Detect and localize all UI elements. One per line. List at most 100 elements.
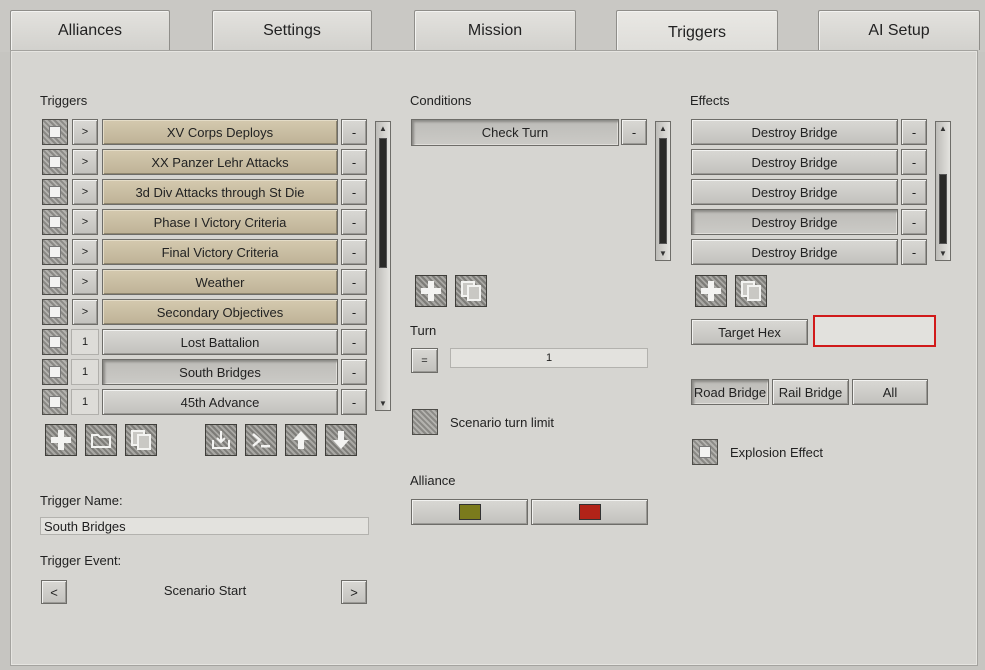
trigger-enabled-checkbox[interactable]: [42, 329, 68, 355]
trigger-item[interactable]: Lost Battalion: [102, 329, 338, 355]
trigger-remove-button[interactable]: -: [341, 149, 367, 175]
effect-item[interactable]: Destroy Bridge: [691, 209, 898, 235]
import-button[interactable]: [205, 424, 237, 456]
alliance-button-2[interactable]: [531, 499, 648, 525]
add-trigger-button[interactable]: [45, 424, 77, 456]
tab-settings[interactable]: Settings: [212, 10, 372, 50]
explosion-effect-checkbox[interactable]: [692, 439, 718, 465]
checkbox-box: [49, 276, 61, 288]
trigger-expand-button[interactable]: >: [72, 239, 98, 265]
effects-scrollbar[interactable]: ▲ ▼: [935, 121, 951, 261]
trigger-enabled-checkbox[interactable]: [42, 239, 68, 265]
trigger-enabled-checkbox[interactable]: [42, 149, 68, 175]
tab-mission[interactable]: Mission: [414, 10, 576, 50]
trigger-enabled-checkbox[interactable]: [42, 179, 68, 205]
trigger-remove-button[interactable]: -: [341, 209, 367, 235]
tab-ai-setup[interactable]: AI Setup: [818, 10, 980, 50]
trigger-enabled-checkbox[interactable]: [42, 299, 68, 325]
trigger-remove-button[interactable]: -: [341, 299, 367, 325]
trigger-expand-button[interactable]: >: [72, 269, 98, 295]
scenario-turn-limit-checkbox[interactable]: [412, 409, 438, 435]
trigger-item[interactable]: XX Panzer Lehr Attacks: [102, 149, 338, 175]
scroll-down-icon[interactable]: ▼: [378, 399, 388, 408]
trigger-expand-button[interactable]: >: [72, 299, 98, 325]
folder-button[interactable]: [85, 424, 117, 456]
scrollbar-track[interactable]: [659, 138, 667, 244]
all-bridges-button[interactable]: All: [852, 379, 928, 405]
trigger-item[interactable]: Secondary Objectives: [102, 299, 338, 325]
trigger-remove-button[interactable]: -: [341, 179, 367, 205]
scrollbar-thumb[interactable]: [939, 174, 947, 244]
checkbox-box: [49, 186, 61, 198]
trigger-remove-button[interactable]: -: [341, 329, 367, 355]
trigger-item[interactable]: 45th Advance: [102, 389, 338, 415]
effect-item[interactable]: Destroy Bridge: [691, 179, 898, 205]
scroll-up-icon[interactable]: ▲: [938, 124, 948, 133]
trigger-list-scrollbar[interactable]: ▲ ▼: [375, 121, 391, 411]
trigger-enabled-checkbox[interactable]: [42, 269, 68, 295]
target-hex-value-field[interactable]: [813, 315, 936, 347]
effect-remove-button[interactable]: -: [901, 239, 927, 265]
condition-remove-button[interactable]: -: [621, 119, 647, 145]
trigger-item[interactable]: XV Corps Deploys: [102, 119, 338, 145]
checkbox-box: [699, 446, 711, 458]
effect-remove-button[interactable]: -: [901, 119, 927, 145]
scroll-up-icon[interactable]: ▲: [378, 124, 388, 133]
copy-effect-button[interactable]: [735, 275, 767, 307]
trigger-enabled-checkbox[interactable]: [42, 389, 68, 415]
trigger-remove-button[interactable]: -: [341, 359, 367, 385]
copy-trigger-button[interactable]: [125, 424, 157, 456]
trigger-remove-button[interactable]: -: [341, 119, 367, 145]
turn-value-input[interactable]: 1: [450, 348, 648, 368]
arrow-up-icon: [293, 431, 309, 449]
trigger-expand-button[interactable]: >: [72, 209, 98, 235]
trigger-event-next-button[interactable]: >: [341, 580, 367, 604]
copy-icon: [461, 281, 481, 301]
rail-bridge-button[interactable]: Rail Bridge: [772, 379, 849, 405]
trigger-item[interactable]: 3d Div Attacks through St Die: [102, 179, 338, 205]
scroll-up-icon[interactable]: ▲: [658, 124, 668, 133]
trigger-item[interactable]: Weather: [102, 269, 338, 295]
effect-item[interactable]: Destroy Bridge: [691, 149, 898, 175]
copy-condition-button[interactable]: [455, 275, 487, 307]
console-button[interactable]: [245, 424, 277, 456]
tab-bar: Alliances Settings Mission Triggers AI S…: [0, 0, 985, 54]
trigger-expand-button[interactable]: >: [72, 119, 98, 145]
alliance-button-1[interactable]: [411, 499, 528, 525]
move-up-button[interactable]: [285, 424, 317, 456]
condition-item[interactable]: Check Turn: [411, 119, 619, 146]
move-down-button[interactable]: [325, 424, 357, 456]
effect-remove-button[interactable]: -: [901, 209, 927, 235]
effect-item[interactable]: Destroy Bridge: [691, 239, 898, 265]
add-effect-button[interactable]: [695, 275, 727, 307]
road-bridge-button[interactable]: Road Bridge: [691, 379, 769, 405]
effect-item[interactable]: Destroy Bridge: [691, 119, 898, 145]
target-hex-button[interactable]: Target Hex: [691, 319, 808, 345]
effect-remove-button[interactable]: -: [901, 179, 927, 205]
trigger-expand-button[interactable]: >: [72, 179, 98, 205]
trigger-enabled-checkbox[interactable]: [42, 119, 68, 145]
scroll-down-icon[interactable]: ▼: [658, 249, 668, 258]
trigger-item[interactable]: South Bridges: [102, 359, 338, 385]
effect-remove-button[interactable]: -: [901, 149, 927, 175]
trigger-remove-button[interactable]: -: [341, 389, 367, 415]
trigger-enabled-checkbox[interactable]: [42, 359, 68, 385]
trigger-enabled-checkbox[interactable]: [42, 209, 68, 235]
trigger-remove-button[interactable]: -: [341, 269, 367, 295]
trigger-item[interactable]: Final Victory Criteria: [102, 239, 338, 265]
arrow-down-icon: [333, 431, 349, 449]
trigger-event-prev-button[interactable]: <: [41, 580, 67, 604]
tab-triggers[interactable]: Triggers: [616, 10, 778, 54]
add-condition-button[interactable]: [415, 275, 447, 307]
scroll-down-icon[interactable]: ▼: [938, 249, 948, 258]
trigger-item[interactable]: Phase I Victory Criteria: [102, 209, 338, 235]
trigger-name-input[interactable]: South Bridges: [40, 517, 369, 535]
trigger-remove-button[interactable]: -: [341, 239, 367, 265]
trigger-expand-button[interactable]: >: [72, 149, 98, 175]
triggers-heading: Triggers: [40, 93, 88, 108]
turn-operator-button[interactable]: =: [411, 348, 438, 373]
conditions-scrollbar[interactable]: ▲ ▼: [655, 121, 671, 261]
scrollbar-thumb[interactable]: [379, 138, 387, 268]
turn-label: Turn: [410, 323, 437, 338]
tab-alliances[interactable]: Alliances: [10, 10, 170, 50]
